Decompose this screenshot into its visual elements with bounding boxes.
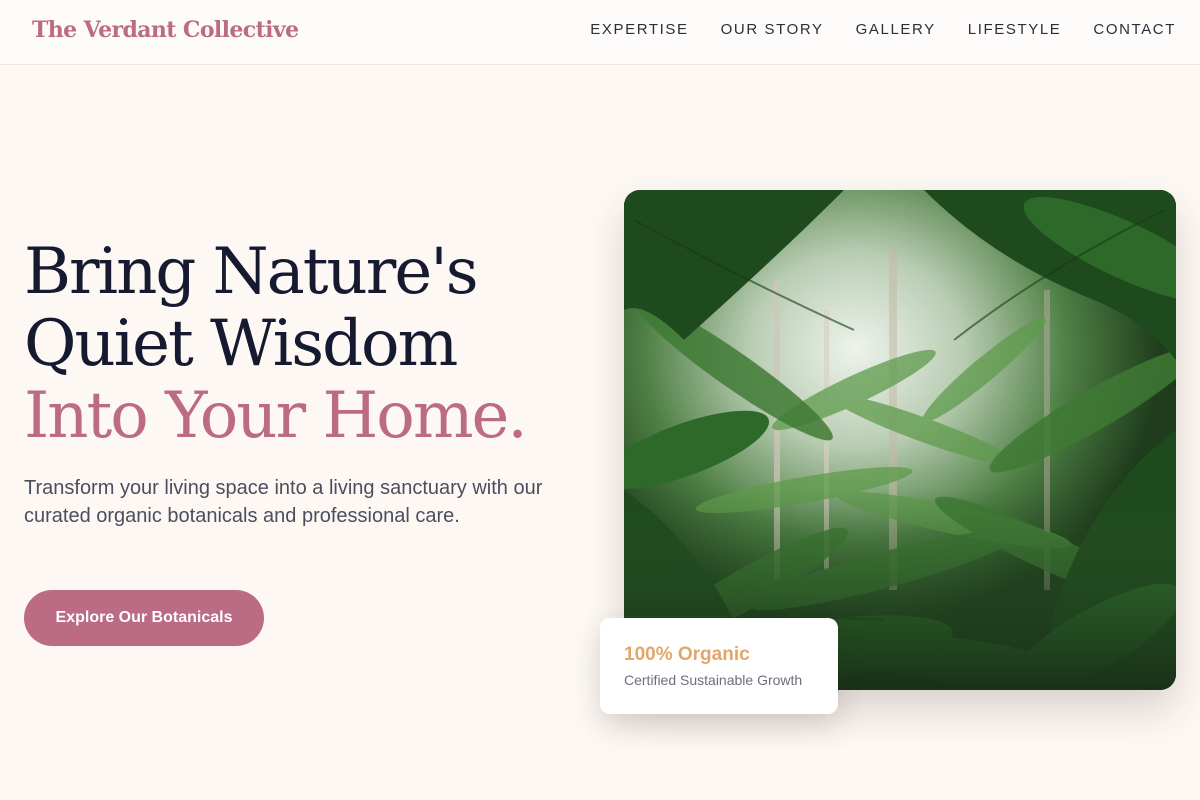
hero-title-line-2: Quiet Wisdom (24, 307, 458, 381)
hero-plant-image (624, 190, 1176, 690)
badge-subtitle: Certified Sustainable Growth (624, 672, 803, 688)
jungle-plants-illustration (624, 190, 1176, 690)
nav-item-our-story[interactable]: OUR STORY (721, 21, 824, 38)
hero-title: Bring Nature's Quiet Wisdom Into Your Ho… (24, 235, 528, 453)
site-header: The Verdant Collective EXPERTISE OUR STO… (0, 0, 1200, 65)
hero-subtitle: Transform your living space into a livin… (24, 477, 543, 527)
nav-item-expertise[interactable]: EXPERTISE (590, 21, 688, 38)
main-nav: EXPERTISE OUR STORY GALLERY LIFESTYLE CO… (590, 21, 1176, 38)
site-logo[interactable]: The Verdant Collective (32, 17, 299, 43)
hero-title-line-1: Bring Nature's (24, 235, 479, 309)
nav-item-gallery[interactable]: GALLERY (856, 21, 936, 38)
badge-title: 100% Organic (624, 644, 750, 665)
nav-item-lifestyle[interactable]: LIFESTYLE (968, 21, 1062, 38)
nav-item-contact[interactable]: CONTACT (1093, 21, 1176, 38)
organic-badge-card: 100% Organic Certified Sustainable Growt… (600, 618, 838, 714)
explore-botanicals-button[interactable]: Explore Our Botanicals (24, 590, 264, 646)
hero-title-line-3: Into Your Home. (24, 379, 528, 453)
